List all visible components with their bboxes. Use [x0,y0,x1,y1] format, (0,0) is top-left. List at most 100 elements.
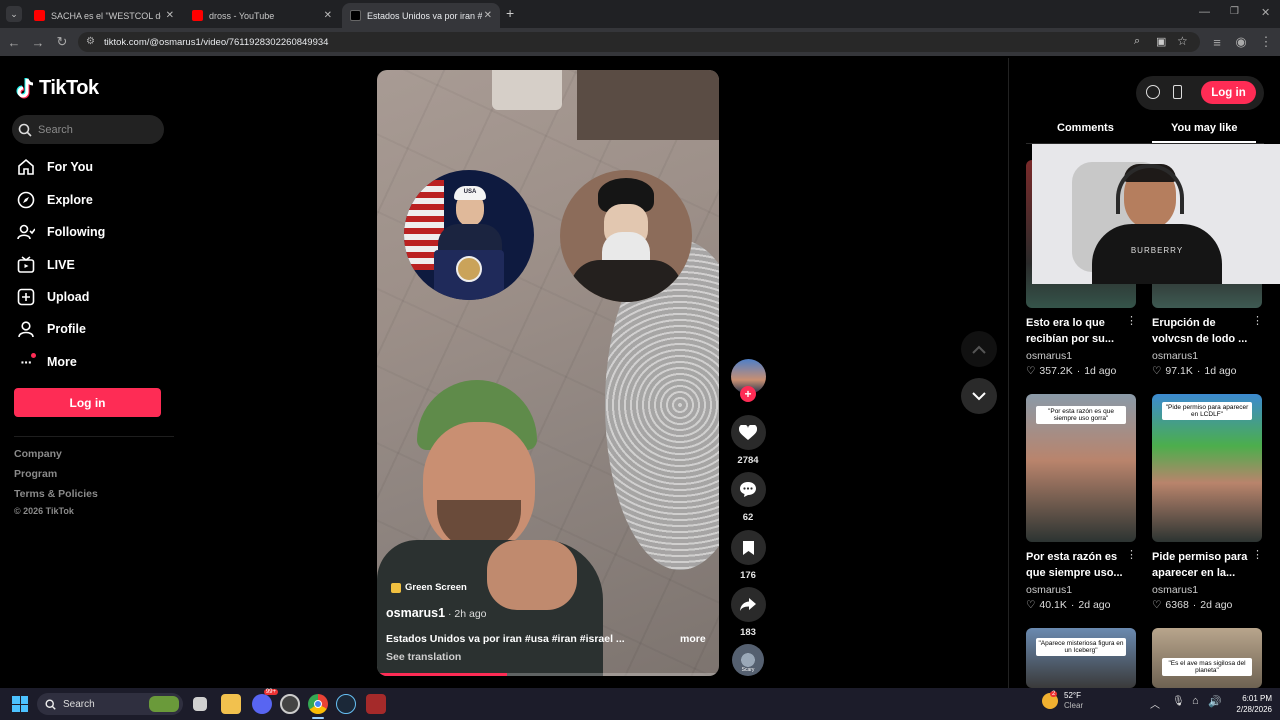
back-icon[interactable]: ← [6,34,22,50]
footer-link-program[interactable]: Program [14,468,57,480]
microphone-icon[interactable]: 🎙 [1172,696,1185,707]
card-menu-icon[interactable]: ⋮ [1126,548,1137,561]
zoom-icon[interactable]: ⌕ [1134,35,1140,48]
app-icon[interactable] [280,694,300,714]
device-icon[interactable] [1173,85,1182,99]
network-icon[interactable]: ⌂ [1192,695,1199,707]
card-likes: 97.1K [1165,365,1193,377]
see-translation-link[interactable]: See translation [386,651,461,663]
music-disc-icon[interactable]: Scary [732,644,764,676]
card-title[interactable]: Pide permiso para aparecer en la... [1152,549,1252,581]
video-card-thumbnail[interactable]: "Pide permiso para aparecer en LCDLF" [1152,394,1262,542]
tiktok-logo[interactable]: TikTok [16,77,99,100]
clock[interactable]: 6:01 PM 2/28/2026 [1228,693,1272,715]
music-disc[interactable]: Scary [730,644,766,676]
card-menu-icon[interactable]: ⋮ [1126,314,1137,327]
login-label: Log in [69,395,106,410]
card-author[interactable]: osmarus1 [1152,584,1198,596]
sidebar-item-following[interactable]: Following [16,222,105,242]
site-info-icon[interactable]: ⚙ [86,36,95,47]
close-window-icon[interactable]: ✕ [1261,6,1270,19]
sidebar-item-live[interactable]: LIVE [16,255,75,275]
previous-video-button[interactable] [961,331,997,367]
card-menu-icon[interactable]: ⋮ [1252,548,1263,561]
dota-icon[interactable] [366,694,386,714]
card-likes: 357.2K [1039,365,1073,377]
discord-icon[interactable]: 99+ [252,689,278,714]
tab-title: dross - YouTube [209,10,275,21]
tab-search-icon[interactable]: ⌄ [6,6,22,22]
address-bar[interactable]: ⚙ tiktok.com/@osmarus1/video/76119283022… [78,32,1200,52]
caption-more-button[interactable]: more [680,633,706,645]
comment-icon[interactable] [730,472,766,507]
maximize-icon[interactable]: ❐ [1230,6,1239,17]
volume-icon[interactable]: 🔊 [1208,695,1222,708]
green-screen-icon [391,582,401,593]
sidebar-item-more[interactable]: ··· More [16,352,77,372]
windows-taskbar: Search 99+ 2 52°F Clear ︿ 🎙 ⌂ 🔊 6:01 PM … [0,688,1280,720]
tray-chevron-icon[interactable]: ︿ [1150,696,1160,711]
account-icon[interactable]: ◉ [1233,34,1249,50]
reload-icon[interactable]: ↻ [54,34,70,50]
card-author[interactable]: osmarus1 [1026,350,1072,362]
video-card-thumbnail[interactable]: "Aparece misteriosa figura en un Iceberg… [1026,628,1136,688]
explore-coin-icon[interactable] [1146,85,1160,99]
browser-tab-3-active[interactable]: Estados Unidos va por iran #us ✕ [342,3,500,28]
sidebar-item-profile[interactable]: Profile [16,319,86,339]
install-app-icon[interactable]: ▣ [1156,35,1166,48]
card-menu-icon[interactable]: ⋮ [1252,314,1263,327]
login-button[interactable]: Log in [14,388,161,417]
video-author-link[interactable]: osmarus1 [386,606,445,620]
save-action[interactable]: 176 [730,530,766,581]
browser-tab-1[interactable]: SACHA es el "WESTCOL de ✕ [26,3,182,28]
taskbar-search[interactable]: Search [37,693,183,715]
heart-icon[interactable] [730,415,766,450]
card-title[interactable]: Erupción de volvcsn de lodo ... [1152,315,1252,347]
share-action[interactable]: 183 [730,587,766,638]
menu-kebab-icon[interactable]: ⋮ [1258,34,1274,50]
sidebar-item-upload[interactable]: Upload [16,287,89,307]
comment-action[interactable]: 62 [730,472,766,523]
steam-icon[interactable] [336,694,356,714]
card-title[interactable]: Esto era lo que recibían por su... [1026,315,1126,347]
task-view-icon[interactable] [193,697,207,711]
next-video-button[interactable] [961,378,997,414]
card-author[interactable]: osmarus1 [1152,350,1198,362]
footer-link-company[interactable]: Company [14,448,62,460]
media-control-icon[interactable]: ≡ [1209,34,1225,50]
green-screen-badge[interactable]: Green Screen [391,582,467,593]
sidebar-item-label: Profile [47,322,86,336]
search-input[interactable]: Search [12,115,164,144]
new-tab-icon[interactable]: + [506,5,514,21]
login-button-top[interactable]: Log in [1201,81,1256,104]
bookmark-icon[interactable] [730,530,766,565]
sidebar-item-explore[interactable]: Explore [16,190,93,210]
video-card-thumbnail[interactable]: "Es el ave mas sigilosa del planeta" [1152,628,1262,688]
close-tab-icon[interactable]: ✕ [484,10,492,21]
tab-you-may-like[interactable]: You may like [1171,122,1237,134]
windows-start-icon[interactable] [12,696,28,712]
forward-icon[interactable]: → [30,34,46,50]
card-author[interactable]: osmarus1 [1026,584,1072,596]
like-action[interactable]: 2784 [730,415,766,466]
sidebar-item-for-you[interactable]: For You [16,157,93,177]
follow-plus-icon[interactable]: + [740,386,756,402]
close-tab-icon[interactable]: ✕ [324,10,332,21]
share-icon[interactable] [730,587,766,622]
bookmark-star-icon[interactable]: ☆ [1177,34,1188,48]
chevron-up-icon [972,345,986,354]
video-progress-bar[interactable] [377,673,719,676]
tab-comments[interactable]: Comments [1057,122,1114,134]
weather-widget[interactable]: 2 52°F Clear [1042,691,1083,711]
file-explorer-icon[interactable] [221,694,241,714]
footer-link-terms[interactable]: Terms & Policies [14,488,98,500]
chrome-icon[interactable] [308,694,328,714]
video-player[interactable]: USA Green Screen osmarus1 · 2h ago Estad… [377,70,719,676]
close-tab-icon[interactable]: ✕ [166,10,174,21]
card-likes: 6368 [1165,599,1189,611]
minimize-icon[interactable]: — [1199,6,1210,18]
browser-tab-2[interactable]: dross - YouTube ✕ [184,3,340,28]
card-title[interactable]: Por esta razón es que siempre uso... [1026,549,1126,581]
video-card-thumbnail[interactable]: "Por esta razón es que siempre uso gorra… [1026,394,1136,542]
author-avatar-group[interactable]: + [730,359,766,402]
